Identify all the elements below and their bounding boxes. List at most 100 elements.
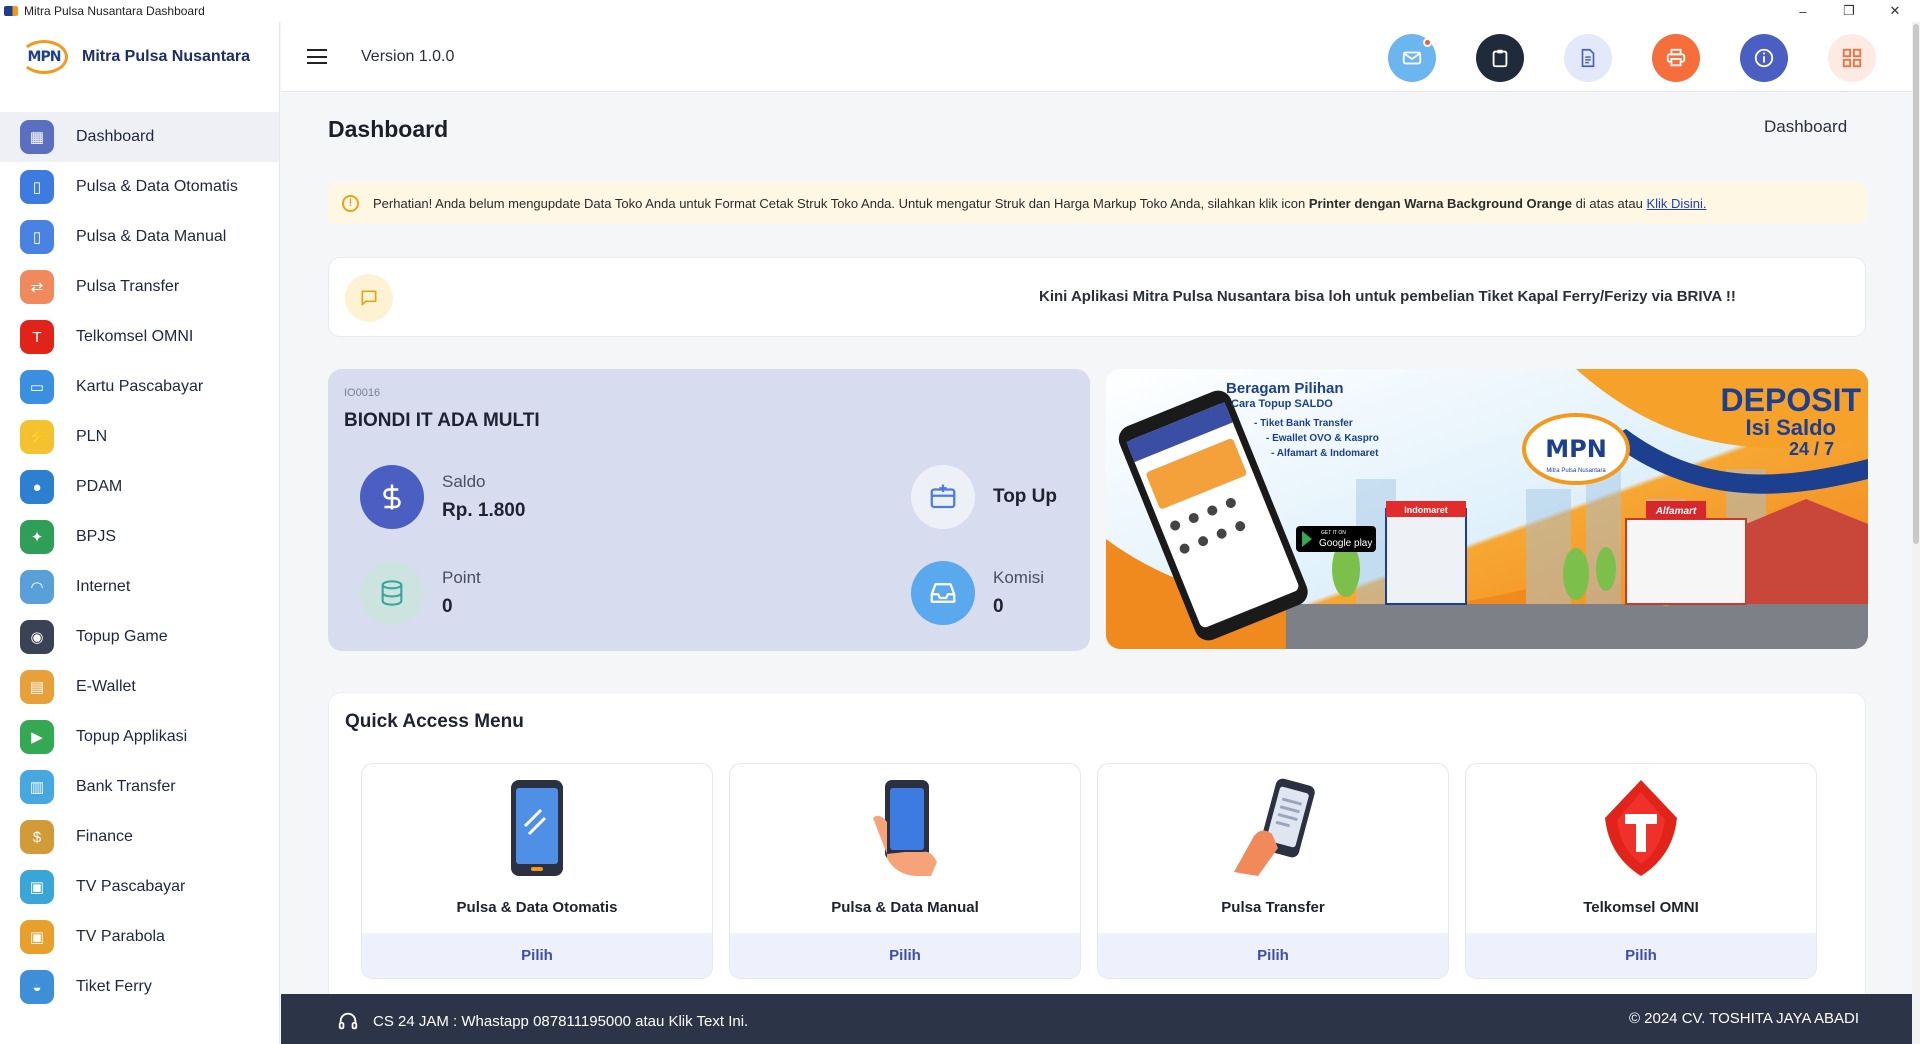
cs-contact-link[interactable]: CS 24 JAM : Whastapp 087811195000 atau K…: [337, 1010, 748, 1032]
banner-subheadline: Cara Topup SALDO: [1231, 398, 1333, 410]
tv-icon: ▣: [20, 870, 54, 904]
sidebar-item-topup-game[interactable]: ◉ Topup Game: [0, 612, 279, 662]
alfamart-label: Alfamart: [1655, 506, 1697, 517]
brand-name: Mitra Pulsa Nusantara: [82, 48, 251, 65]
pilih-button[interactable]: Pilih: [730, 933, 1080, 978]
komisi-value: 0: [993, 596, 1004, 617]
sidebar-item-tv-parabola[interactable]: ▣ TV Parabola: [0, 912, 279, 962]
indomaret-label: Indomaret: [1404, 505, 1448, 515]
breadcrumb[interactable]: Dashboard: [1764, 117, 1847, 137]
quick-card-telkomsel-omni[interactable]: Telkomsel OMNI Pilih: [1465, 763, 1817, 979]
sidebar-item-label: PDAM: [76, 478, 123, 495]
saldo-value: Rp. 1.800: [442, 500, 526, 521]
quick-card-label: Pulsa & Data Otomatis: [456, 899, 618, 916]
sidebar-item-internet[interactable]: ◠ Internet: [0, 562, 279, 612]
announcement-text: Kini Aplikasi Mitra Pulsa Nusantara bisa…: [1039, 288, 1736, 305]
point-value: 0: [442, 596, 453, 617]
topup-card-icon: [911, 465, 975, 529]
quick-card-label: Pulsa & Data Manual: [831, 899, 979, 916]
sidebar-item-tv-pascabayar[interactable]: ▣ TV Pascabayar: [0, 862, 279, 912]
sidebar-item-pln[interactable]: ⚡ PLN: [0, 412, 279, 462]
sidebar-item-label: Pulsa & Data Otomatis: [76, 178, 238, 195]
banner-bullet: - Tiket Bank Transfer: [1254, 418, 1353, 429]
alert-text: Perhatian! Anda belum mengupdate Data To…: [373, 196, 1706, 211]
scrollbar-thumb[interactable]: [1913, 24, 1919, 544]
komisi-stat: Komisi 0: [911, 561, 1044, 625]
document-button[interactable]: [1564, 34, 1612, 82]
topup-button[interactable]: Top Up: [911, 465, 1057, 529]
sidebar-item-label: Bank Transfer: [76, 778, 176, 795]
quick-card-label: Pulsa Transfer: [1221, 899, 1325, 916]
clipboard-icon: [1492, 49, 1508, 68]
dollar-icon: [360, 465, 424, 529]
banner-headline: Beragam Pilihan: [1226, 380, 1344, 397]
sidebar-item-label: Kartu Pascabayar: [76, 378, 204, 395]
quick-access-panel: Quick Access Menu Pulsa & Data Otomatis …: [328, 692, 1866, 1012]
printer-button[interactable]: [1652, 34, 1700, 82]
sidebar-item-finance[interactable]: $ Finance: [0, 812, 279, 862]
wallet-icon: ▤: [20, 670, 54, 704]
grid-icon: [1842, 48, 1862, 68]
badge-get-text: GET IT ON: [1321, 530, 1346, 536]
sidebar-item-pdam[interactable]: ● PDAM: [0, 462, 279, 512]
sidebar-item-dashboard[interactable]: ▦ Dashboard: [0, 112, 279, 162]
brand[interactable]: MPN Mitra Pulsa Nusantara: [0, 22, 279, 92]
pilih-button[interactable]: Pilih: [362, 933, 712, 978]
sidebar-item-label: Telkomsel OMNI: [76, 328, 194, 345]
apps-grid-button[interactable]: [1828, 34, 1876, 82]
close-icon[interactable]: ✕: [1872, 0, 1918, 22]
pilih-button[interactable]: Pilih: [1098, 933, 1448, 978]
version-label: Version 1.0.0: [361, 48, 455, 65]
window-title: Mitra Pulsa Nusantara Dashboard: [24, 4, 205, 18]
page-scrollbar[interactable]: [1912, 22, 1920, 1044]
google-play-text: Google play: [1319, 538, 1372, 549]
warning-icon: !: [342, 194, 359, 212]
dashboard-icon: ▦: [20, 120, 54, 154]
alert-text-part: di atas atau: [1572, 195, 1647, 211]
alert-link[interactable]: Klik Disini.: [1646, 196, 1706, 211]
telkomsel-icon: T: [20, 320, 54, 354]
quick-card-pulsa-otomatis[interactable]: Pulsa & Data Otomatis Pilih: [361, 763, 713, 979]
database-icon: [360, 561, 424, 625]
sidebar-item-bpjs[interactable]: ✦ BPJS: [0, 512, 279, 562]
sidebar-item-telkomsel-omni[interactable]: T Telkomsel OMNI: [0, 312, 279, 362]
sidebar-item-pulsa-data-manual[interactable]: ▯ Pulsa & Data Manual: [0, 212, 279, 262]
gamepad-icon: ◉: [20, 620, 54, 654]
alert-text-part: Perhatian! Anda belum mengupdate Data To…: [373, 195, 1309, 211]
sidebar-item-label: BPJS: [76, 528, 117, 545]
restore-icon[interactable]: ❐: [1826, 0, 1872, 22]
sidebar-item-label: Topup Applikasi: [76, 728, 188, 745]
sidebar-item-kartu-pascabayar[interactable]: ▭ Kartu Pascabayar: [0, 362, 279, 412]
account-code: IO0016: [344, 387, 381, 399]
quick-card-label: Telkomsel OMNI: [1583, 899, 1699, 916]
banner-bullet: - Alfamart & Indomaret: [1271, 448, 1379, 459]
mail-button[interactable]: [1388, 34, 1436, 82]
promo-banner[interactable]: GET IT ON Google play Indomaret Alfamart…: [1106, 369, 1868, 649]
sidebar-item-bank-transfer[interactable]: ▥ Bank Transfer: [0, 762, 279, 812]
sidebar-item-label: TV Parabola: [76, 928, 165, 945]
sidebar-item-topup-applikasi[interactable]: ▶ Topup Applikasi: [0, 712, 279, 762]
banner-logo: MPN: [1545, 435, 1607, 463]
card-icon: ▭: [20, 370, 54, 404]
bpjs-icon: ✦: [20, 520, 54, 554]
copyright: © 2024 CV. TOSHITA JAYA ABADI: [1628, 1010, 1859, 1027]
sidebar-item-tiket-ferry[interactable]: ◒ Tiket Ferry: [0, 962, 279, 1012]
pilih-button[interactable]: Pilih: [1466, 933, 1816, 978]
footer: CS 24 JAM : Whastapp 087811195000 atau K…: [281, 994, 1912, 1044]
sidebar-item-e-wallet[interactable]: ▤ E-Wallet: [0, 662, 279, 712]
hamburger-menu-icon[interactable]: [307, 49, 327, 64]
sidebar-item-pulsa-data-otomatis[interactable]: ▯ Pulsa & Data Otomatis: [0, 162, 279, 212]
sidebar: MPN Mitra Pulsa Nusantara ▦ Dashboard ▯ Pul…: [0, 22, 280, 1044]
document-icon: [1581, 48, 1595, 68]
quick-card-pulsa-transfer[interactable]: Pulsa Transfer Pilih: [1097, 763, 1449, 979]
ship-icon: ◒: [20, 970, 54, 1004]
point-label: Point: [442, 568, 481, 587]
quick-card-pulsa-manual[interactable]: Pulsa & Data Manual Pilih: [729, 763, 1081, 979]
minimize-icon[interactable]: –: [1780, 0, 1826, 22]
info-button[interactable]: [1740, 34, 1788, 82]
banner-bullet: - Ewallet OVO & Kaspro: [1266, 433, 1379, 444]
clipboard-button[interactable]: [1476, 34, 1524, 82]
telkomsel-icon: [1466, 778, 1816, 878]
sidebar-item-pulsa-transfer[interactable]: ⇄ Pulsa Transfer: [0, 262, 279, 312]
transfer-icon: ⇄: [20, 270, 54, 304]
